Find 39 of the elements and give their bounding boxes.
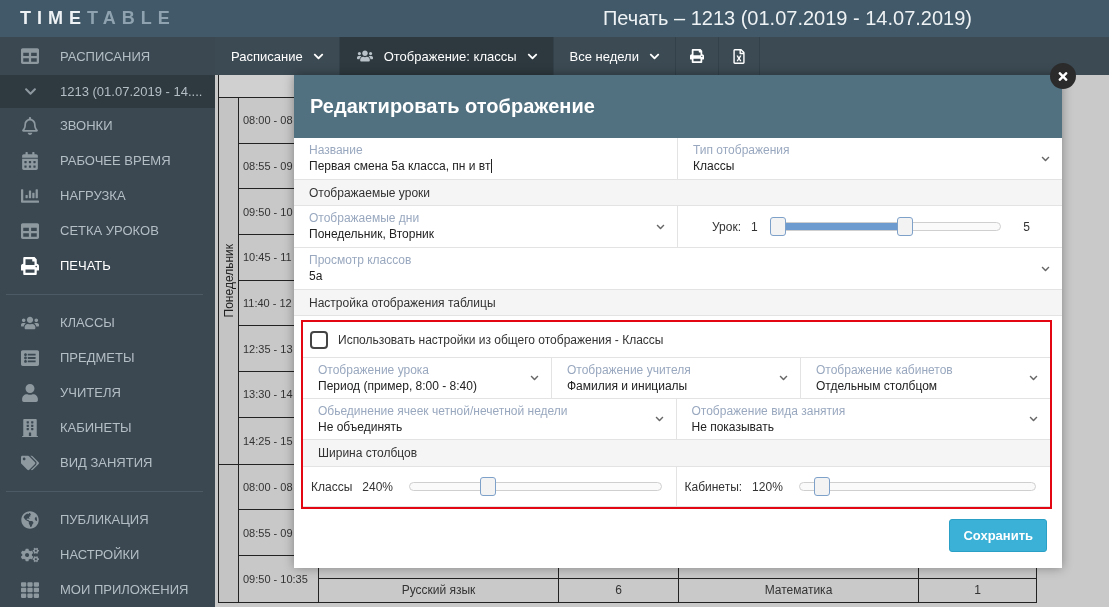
checkbox-label: Использовать настройки из общего отображения - Классы — [338, 332, 664, 347]
logo-text: TABLE — [87, 8, 176, 29]
sidebar-item[interactable]: СЕТКА УРОКОВ — [0, 213, 215, 248]
sidebar-item[interactable]: ПЕЧАТЬ — [0, 248, 215, 283]
select-field[interactable]: Просмотр классов 5а — [294, 248, 1062, 289]
sidebar-subitem[interactable]: 1213 (01.07.2019 - 14.... — [0, 75, 215, 108]
sidebar-item[interactable]: КАБИНЕТЫ — [0, 410, 215, 445]
sidebar-item[interactable]: КЛАССЫ — [0, 305, 215, 340]
sidebar-item[interactable]: УЧИТЕЛЯ — [0, 375, 215, 410]
select-field[interactable]: Отображение кабинетов Отдельным столбцом — [801, 358, 1050, 398]
sidebar-item[interactable]: РАБОЧЕЕ ВРЕМЯ — [0, 143, 215, 178]
select-field[interactable]: Обьединение ячеек четной/нечетной недели Не объединять — [303, 399, 677, 439]
select-field[interactable]: Отображение учителя Фамилия и инициалы — [552, 358, 801, 398]
select-field[interactable]: Тип отображения Классы — [678, 138, 1062, 179]
sidebar-item[interactable]: НАГРУЗКА — [0, 178, 215, 213]
section-heading: Ширина столбцов — [303, 440, 1050, 467]
select-field[interactable]: Отображаемые дни Понедельник, Вторник — [294, 206, 678, 247]
day-label: Понедельник — [221, 244, 236, 318]
page-title: Печать – 1213 (01.07.2019 - 14.07.2019) — [602, 7, 972, 30]
sidebar-item[interactable]: МОИ ПРИЛОЖЕНИЯ — [0, 572, 215, 607]
select-field[interactable]: Отображение вида занятия Не показывать — [676, 399, 1050, 439]
sidebar-item[interactable]: ПУБЛИКАЦИЯ — [0, 502, 215, 537]
section-heading: Настройка отображения таблицы — [294, 290, 1062, 316]
sidebar-item[interactable]: ЗВОНКИ — [0, 108, 215, 143]
sidebar-item[interactable]: ВИД ЗАНЯТИЯ — [0, 445, 215, 480]
slider-reading: 240% — [362, 479, 393, 494]
slider-label: Кабинеты: — [684, 479, 743, 494]
range-min: 1 — [751, 219, 758, 234]
select-field[interactable]: Отображение урока Период (пример, 8:00 - 8:40) — [303, 358, 552, 398]
sidebar-item[interactable]: ПРЕДМЕТЫ — [0, 340, 215, 375]
sidebar-item[interactable]: НАСТРОЙКИ — [0, 537, 215, 572]
range-max: 5 — [1023, 219, 1030, 234]
sidebar-item[interactable]: РАСПИСАНИЯ — [0, 37, 215, 75]
text-field[interactable]: Название Первая смена 5а класса, пн и вт — [294, 138, 678, 179]
toolbar-dropdown[interactable]: Отображение: классы — [339, 37, 554, 75]
section-heading: Отображаемые уроки — [294, 180, 1062, 206]
slider-reading: 120% — [752, 479, 783, 494]
logo-text: TIME — [20, 8, 87, 29]
range-label: Урок: — [712, 219, 741, 234]
